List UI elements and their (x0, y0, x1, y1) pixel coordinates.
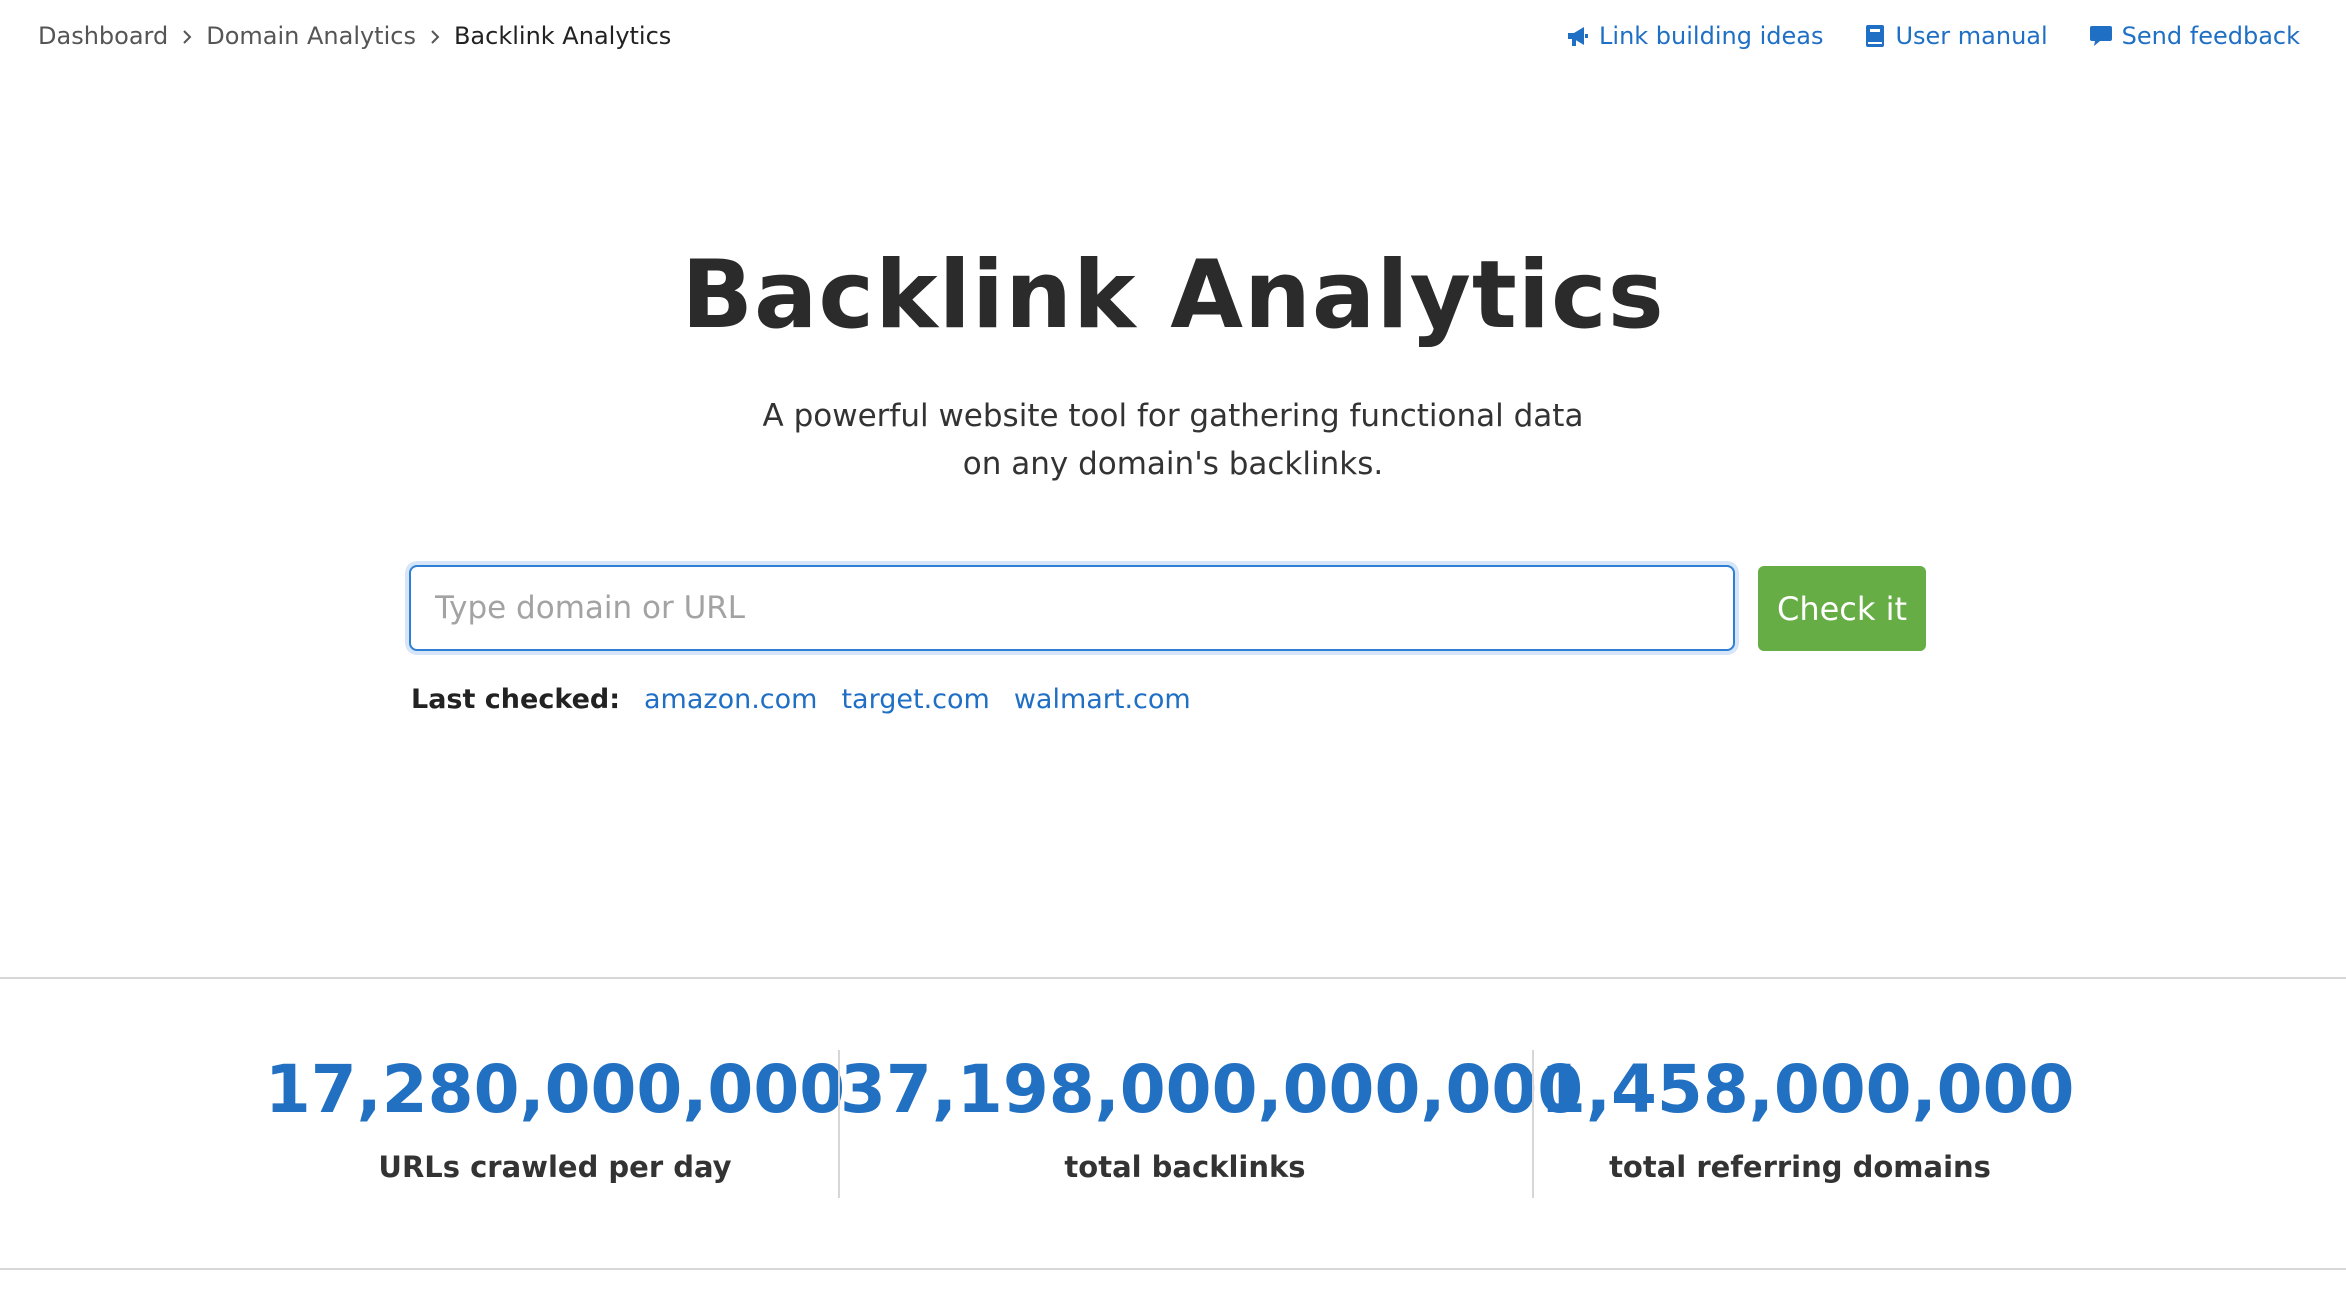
recent-domain-link[interactable]: target.com (841, 682, 989, 718)
check-it-button[interactable]: Check it (1758, 566, 1926, 651)
chevron-right-icon (168, 18, 206, 54)
book-icon (1863, 23, 1887, 49)
top-links: Link building ideas User manual Send fee… (1565, 18, 2300, 54)
stat-value: 37,198,000,000,000 (840, 1051, 1584, 1128)
chat-bubble-icon (2088, 23, 2114, 49)
chevron-right-icon (416, 18, 454, 54)
megaphone-icon (1565, 23, 1591, 49)
link-building-ideas-link[interactable]: Link building ideas (1565, 18, 1823, 54)
stat-label: total backlinks (1064, 1150, 1306, 1184)
breadcrumb-current: Backlink Analytics (453, 22, 672, 50)
stat-value: 17,280,000,000 (264, 1051, 846, 1128)
stats-divider-top (0, 977, 2346, 979)
page-subtitle: A powerful website tool for gathering fu… (673, 392, 1673, 488)
stat-label: URLs crawled per day (378, 1150, 732, 1184)
breadcrumb: Dashboard Domain Analytics Backlink Anal… (38, 18, 671, 54)
send-feedback-link[interactable]: Send feedback (2088, 18, 2300, 54)
subtitle-line-2: on any domain's backlinks. (962, 446, 1384, 482)
subtitle-line-1: A powerful website tool for gathering fu… (762, 398, 1584, 434)
stats-divider-bottom (0, 1268, 2346, 1270)
recent-domain-link[interactable]: walmart.com (1014, 682, 1191, 718)
top-bar: Dashboard Domain Analytics Backlink Anal… (0, 0, 2346, 72)
stat-label: total referring domains (1609, 1150, 1991, 1184)
breadcrumb-dashboard[interactable]: Dashboard (38, 18, 168, 54)
last-checked-label: Last checked: (411, 684, 621, 715)
stat-separator (1532, 1050, 1534, 1198)
stat-urls-crawled: 17,280,000,000 URLs crawled per day (240, 1040, 870, 1190)
send-feedback-label: Send feedback (2121, 22, 2300, 50)
stat-total-backlinks: 37,198,000,000,000 total backlinks (840, 1040, 1584, 1190)
last-checked: Last checked: amazon.com target.com walm… (411, 682, 1191, 718)
link-building-ideas-label: Link building ideas (1599, 22, 1824, 50)
breadcrumb-domain-analytics[interactable]: Domain Analytics (206, 18, 416, 54)
page-title: Backlink Analytics (681, 241, 1665, 350)
stat-referring-domains: 1,458,000,000 total referring domains (1540, 1040, 2075, 1190)
user-manual-label: User manual (1895, 22, 2048, 50)
domain-search-input[interactable] (409, 565, 1735, 651)
backlink-analytics-page: Dashboard Domain Analytics Backlink Anal… (0, 0, 2346, 1298)
stat-value: 1,458,000,000 (1540, 1051, 2075, 1128)
user-manual-link[interactable]: User manual (1863, 18, 2048, 54)
recent-domain-link[interactable]: amazon.com (644, 682, 817, 718)
